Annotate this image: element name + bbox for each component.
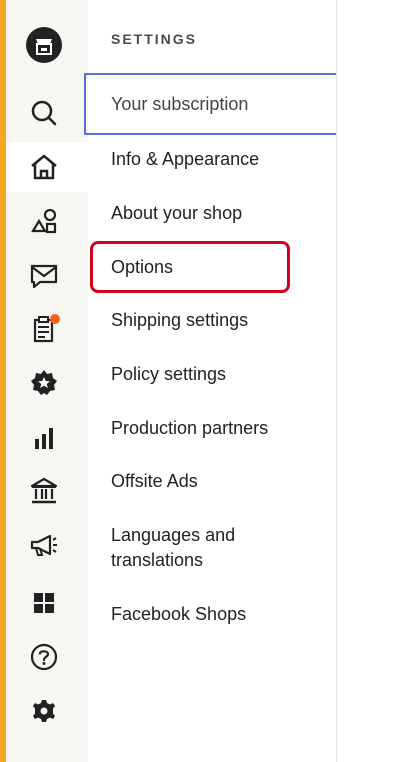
menu-item-your-subscription[interactable]: Your subscription bbox=[84, 73, 336, 135]
sidebar-item-shop[interactable] bbox=[6, 20, 88, 70]
sidebar-item-search[interactable] bbox=[6, 88, 88, 138]
menu-item-offsite-ads[interactable]: Offsite Ads bbox=[111, 469, 198, 494]
stats-icon bbox=[35, 428, 53, 449]
sidebar-item-orders[interactable] bbox=[6, 304, 88, 354]
menu-item-label: Options bbox=[111, 256, 174, 277]
sidebar-item-marketing[interactable] bbox=[6, 520, 88, 570]
integrations-icon bbox=[34, 593, 54, 613]
menu-item-production-partners[interactable]: Production partners bbox=[111, 416, 268, 441]
sidebar-item-home[interactable] bbox=[6, 142, 88, 192]
menu-item-about-your-shop[interactable]: About your shop bbox=[111, 201, 242, 226]
sidebar-item-star-seller[interactable] bbox=[6, 358, 88, 408]
menu-item-info-appearance[interactable]: Info & Appearance bbox=[111, 147, 259, 172]
settings-panel: SETTINGS Your subscription Info & Appear… bbox=[84, 0, 336, 762]
marketing-icon bbox=[30, 534, 57, 556]
listings-icon bbox=[31, 208, 57, 234]
settings-icon bbox=[33, 700, 55, 722]
menu-item-facebook-shops[interactable]: Facebook Shops bbox=[111, 602, 246, 627]
shop-logo-icon bbox=[26, 27, 62, 63]
menu-item-languages-translations[interactable]: Languages and translations bbox=[111, 523, 281, 573]
finances-icon bbox=[30, 477, 58, 504]
section-heading: SETTINGS bbox=[111, 31, 198, 47]
menu-item-options[interactable]: Options bbox=[90, 241, 290, 293]
sidebar-item-finances[interactable] bbox=[6, 466, 88, 516]
home-icon bbox=[31, 154, 57, 180]
sidebar-item-integrations[interactable] bbox=[6, 578, 88, 628]
sidebar-rail bbox=[6, 0, 88, 762]
search-icon bbox=[31, 100, 57, 126]
help-icon bbox=[30, 643, 58, 671]
menu-item-label: Your subscription bbox=[111, 93, 249, 114]
notification-badge bbox=[50, 314, 60, 324]
menu-item-policy-settings[interactable]: Policy settings bbox=[111, 362, 226, 387]
sidebar-item-stats[interactable] bbox=[6, 412, 88, 462]
sidebar-item-messages[interactable] bbox=[6, 250, 88, 300]
menu-item-shipping-settings[interactable]: Shipping settings bbox=[111, 308, 248, 333]
sidebar-item-help[interactable] bbox=[6, 632, 88, 682]
sidebar-item-settings[interactable] bbox=[6, 686, 88, 736]
orders-icon bbox=[33, 314, 60, 343]
panel-divider bbox=[336, 0, 337, 762]
star-seller-icon bbox=[31, 370, 57, 395]
messages-icon bbox=[30, 264, 58, 289]
sidebar-item-listings[interactable] bbox=[6, 196, 88, 246]
